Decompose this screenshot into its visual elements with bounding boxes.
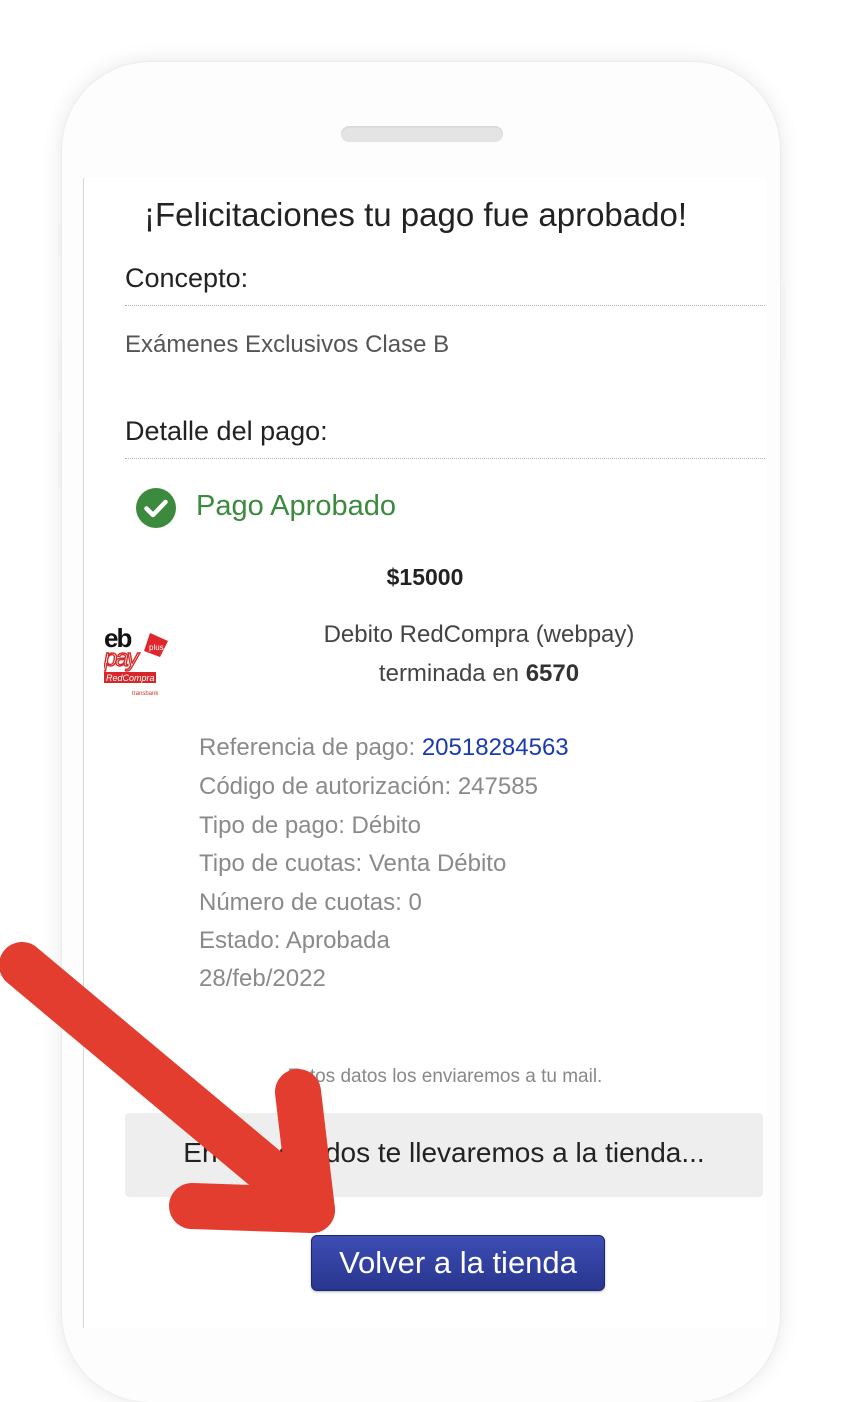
payment-status: Pago Aprobado xyxy=(196,490,396,522)
payment-amount: $15000 xyxy=(386,564,464,590)
payment-reference-label: Referencia de pago: xyxy=(199,734,416,761)
payment-detail-label: Detalle del pago: xyxy=(125,416,328,446)
payment-state: Estado: Aprobada xyxy=(199,927,390,954)
installment-count: Número de cuotas: 0 xyxy=(199,889,422,916)
divider xyxy=(125,458,765,459)
authorization-code: Código de autorización: 247585 xyxy=(199,773,538,800)
card-ending: terminada en 6570 xyxy=(254,660,704,688)
redirect-text: En 4 segundos te llevaremos a la tienda.… xyxy=(183,1137,705,1168)
concept-value: Exámenes Exclusivos Clase B xyxy=(125,331,450,358)
payment-reference-value[interactable]: 20518284563 xyxy=(422,734,569,761)
payment-reference: Referencia de pago: 20518284563 xyxy=(199,734,569,762)
svg-text:transbank: transbank xyxy=(132,691,159,697)
phone-side-button xyxy=(58,225,61,255)
svg-text:plus: plus xyxy=(149,643,164,652)
phone-speaker xyxy=(341,126,503,142)
card-ending-prefix: terminada en xyxy=(378,660,520,687)
phone-side-button xyxy=(58,430,61,490)
phone-side-button xyxy=(58,340,61,400)
svg-text:RedCompra: RedCompra xyxy=(106,673,155,683)
card-method: Debito RedCompra (webpay) xyxy=(323,621,635,648)
back-to-store-button[interactable]: Volver a la tienda xyxy=(311,1235,605,1291)
installment-type: Tipo de cuotas: Venta Débito xyxy=(199,850,507,877)
card-ending-digits: 6570 xyxy=(525,660,580,687)
payment-confirmation-screen: ¡Felicitaciones tu pago fue aprobado! Co… xyxy=(83,178,766,1328)
divider xyxy=(125,305,765,306)
concept-label: Concepto: xyxy=(125,263,249,293)
redirect-notice: En 4 segundos te llevaremos a la tienda.… xyxy=(125,1113,763,1197)
check-circle-icon xyxy=(136,488,176,528)
phone-side-button xyxy=(782,285,785,360)
svg-text:pay: pay xyxy=(104,645,141,672)
mail-note: Estos datos los enviaremos a tu mail. xyxy=(287,1066,603,1087)
payment-date: 28/feb/2022 xyxy=(199,965,326,992)
webpay-logo-icon: eb pay plus RedCompra transbank xyxy=(104,625,168,697)
page-title: ¡Felicitaciones tu pago fue aprobado! xyxy=(144,196,688,233)
payment-type: Tipo de pago: Débito xyxy=(199,812,421,839)
